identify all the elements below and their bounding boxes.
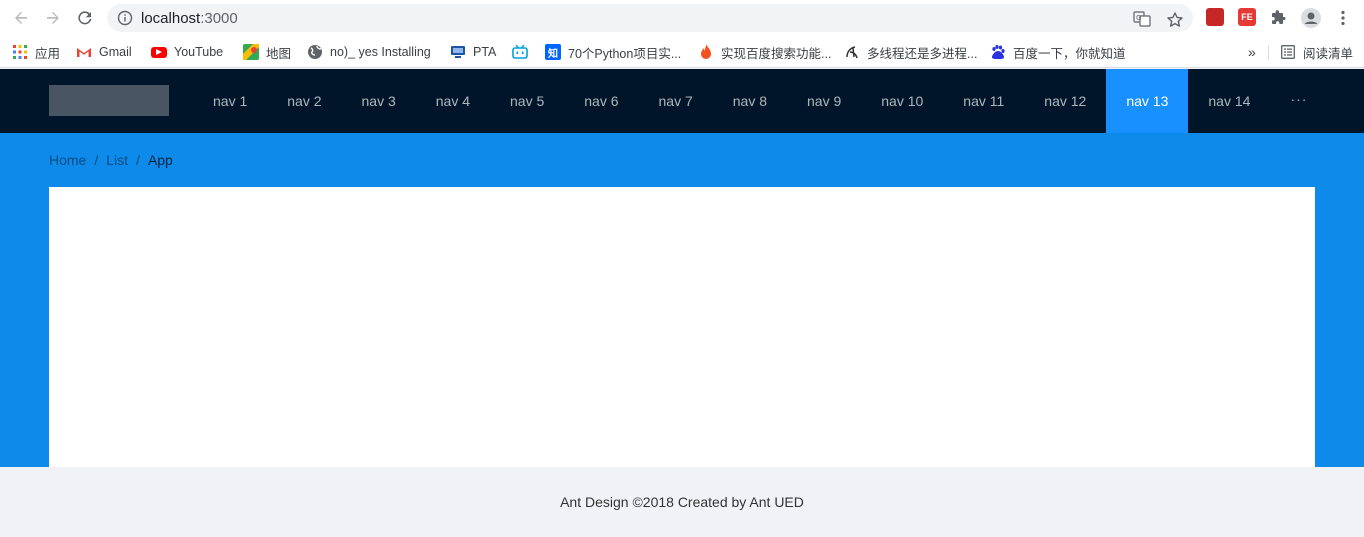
bookmark-baidu[interactable]: 百度一下，你就知道 xyxy=(990,42,1126,62)
bookmark-label: Gmail xyxy=(99,45,132,59)
address-bar[interactable]: localhost:3000 G xyxy=(107,4,1193,32)
extension-fe-icon[interactable]: FE xyxy=(1238,8,1256,26)
nav-item-14[interactable]: nav 14 xyxy=(1188,69,1270,133)
top-nav-menu: nav 1 nav 2 nav 3 nav 4 nav 5 nav 6 nav … xyxy=(193,69,1327,133)
bookmark-maps[interactable]: 地图 xyxy=(243,42,291,62)
maps-icon xyxy=(243,44,259,60)
globe-icon xyxy=(307,44,323,60)
overflow-chevron-icon: » xyxy=(1248,44,1256,60)
main-content: Home / List / App xyxy=(0,133,1364,467)
extensions-puzzle-icon[interactable] xyxy=(1268,7,1290,29)
bookmark-label: 百度一下，你就知道 xyxy=(1013,46,1126,61)
translate-icon[interactable]: G xyxy=(1133,11,1151,32)
bookmark-label: 多线程还是多进程... xyxy=(867,46,978,61)
bookmark-pta[interactable]: PTA xyxy=(450,42,496,62)
baidu-icon xyxy=(990,44,1006,60)
bookmark-label: YouTube xyxy=(174,45,224,59)
bookmark-label: 应用 xyxy=(35,46,61,61)
nav-item-13[interactable]: nav 13 xyxy=(1106,69,1189,133)
bookmark-csdn[interactable]: 多线程还是多进程... xyxy=(844,42,977,62)
reload-button[interactable] xyxy=(74,7,96,29)
breadcrumb-separator: / xyxy=(94,152,99,168)
nav-item-4[interactable]: nav 4 xyxy=(416,69,490,133)
nav-item-1[interactable]: nav 1 xyxy=(193,69,267,133)
nav-item-7[interactable]: nav 7 xyxy=(639,69,713,133)
nav-item-3[interactable]: nav 3 xyxy=(342,69,416,133)
bookmark-bilibili[interactable] xyxy=(512,42,535,62)
logo[interactable] xyxy=(49,85,169,116)
nav-item-5[interactable]: nav 5 xyxy=(490,69,564,133)
browser-menu-icon[interactable] xyxy=(1332,7,1354,29)
flame-icon xyxy=(698,44,714,60)
bookmark-label: 地图 xyxy=(266,46,292,61)
star-bookmark-icon[interactable] xyxy=(1166,11,1184,34)
breadcrumb-item-list[interactable]: List xyxy=(106,152,128,168)
browser-toolbar: localhost:3000 G FE xyxy=(0,0,1364,36)
bookmark-baidu-search[interactable]: 实现百度搜索功能... xyxy=(698,42,831,62)
breadcrumb-item-app: App xyxy=(147,152,173,168)
svg-text:G: G xyxy=(1136,14,1141,22)
nav-item-11[interactable]: nav 11 xyxy=(943,69,1024,133)
nav-item-10[interactable]: nav 10 xyxy=(861,69,943,133)
back-button[interactable] xyxy=(10,7,32,29)
nav-more-ellipsis-icon[interactable]: ··· xyxy=(1270,69,1327,133)
back-arrow-icon xyxy=(15,11,27,24)
bookmark-label: 实现百度搜索功能... xyxy=(721,46,832,61)
reading-list-icon xyxy=(1280,44,1296,60)
breadcrumb: Home / List / App xyxy=(49,152,173,168)
breadcrumb-item-home[interactable]: Home xyxy=(49,152,86,168)
profile-avatar-icon[interactable] xyxy=(1300,7,1322,29)
nav-item-2[interactable]: nav 2 xyxy=(267,69,341,133)
nav-item-8[interactable]: nav 8 xyxy=(713,69,787,133)
bookmark-zhihu[interactable]: 知 70个Python项目实... xyxy=(545,42,681,62)
bookmark-youtube[interactable]: YouTube xyxy=(151,42,223,62)
nav-item-6[interactable]: nav 6 xyxy=(564,69,638,133)
app-header: nav 1 nav 2 nav 3 nav 4 nav 5 nav 6 nav … xyxy=(0,69,1364,133)
bookmark-gmail[interactable]: Gmail xyxy=(76,42,132,62)
forward-button[interactable] xyxy=(42,7,64,29)
bookmarks-divider xyxy=(1268,45,1269,60)
url-text: localhost:3000 xyxy=(141,10,238,27)
bookmark-apps[interactable]: 应用 xyxy=(12,42,60,62)
reading-list-button[interactable]: 阅读清单 xyxy=(1280,42,1353,62)
bookmarks-overflow-button[interactable]: » xyxy=(1248,42,1256,62)
zhihu-icon: 知 xyxy=(545,44,561,60)
reading-list-label: 阅读清单 xyxy=(1303,46,1354,61)
gmail-icon xyxy=(76,44,92,60)
pta-icon xyxy=(450,44,466,60)
footer-text: Ant Design ©2018 Created by Ant UED xyxy=(560,494,804,510)
content-panel xyxy=(49,187,1315,467)
url-host: localhost xyxy=(141,10,201,27)
breadcrumb-separator: / xyxy=(136,152,140,168)
reload-icon xyxy=(78,11,92,25)
bookmark-no-yes[interactable]: no)_ yes Installing xyxy=(307,42,431,62)
url-port: :3000 xyxy=(200,10,238,27)
bookmark-label: 70个Python项目实... xyxy=(568,46,682,61)
apps-grid-icon xyxy=(12,44,28,60)
bookmarks-bar: 应用 Gmail YouTube 地图 no)_ yes Installing … xyxy=(0,36,1364,68)
page-footer: Ant Design ©2018 Created by Ant UED xyxy=(0,467,1364,537)
bookmark-label: no)_ yes Installing xyxy=(330,45,431,59)
nav-item-9[interactable]: nav 9 xyxy=(787,69,861,133)
youtube-icon xyxy=(151,46,167,58)
forward-arrow-icon xyxy=(47,11,59,24)
bookmark-label: PTA xyxy=(473,45,497,59)
site-info-icon[interactable] xyxy=(117,10,133,31)
extension-red-icon[interactable] xyxy=(1206,8,1224,26)
nav-item-12[interactable]: nav 12 xyxy=(1024,69,1106,133)
csdn-icon xyxy=(844,44,860,60)
bilibili-icon xyxy=(512,44,528,60)
